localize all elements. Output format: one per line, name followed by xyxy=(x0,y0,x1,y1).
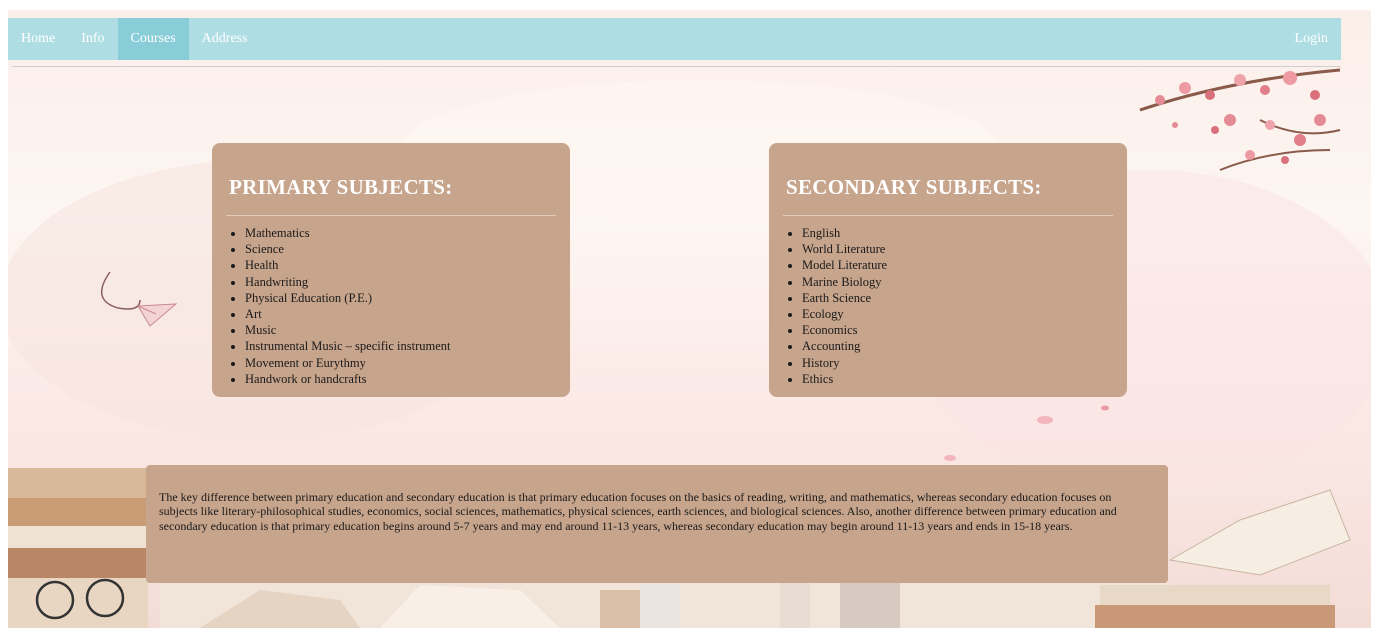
list-item: Handwork or handcrafts xyxy=(245,371,451,387)
list-item: Handwriting xyxy=(245,274,451,290)
list-item: Economics xyxy=(802,322,887,338)
list-item: Ecology xyxy=(802,306,887,322)
list-item: Marine Biology xyxy=(802,274,887,290)
secondary-subjects-title: SECONDARY SUBJECTS: xyxy=(786,175,1042,199)
primary-subjects-title: PRIMARY SUBJECTS: xyxy=(229,175,453,199)
list-item: History xyxy=(802,355,887,371)
nav-home[interactable]: Home xyxy=(8,18,68,60)
list-item: Ethics xyxy=(802,371,887,387)
list-item: English xyxy=(802,225,887,241)
list-item: Instrumental Music – specific instrument xyxy=(245,338,451,354)
blossom-branch-icon xyxy=(1139,68,1341,171)
list-item: Art xyxy=(245,306,451,322)
list-item: Science xyxy=(245,241,451,257)
list-item: Movement or Eurythmy xyxy=(245,355,451,371)
secondary-subjects-list: English World Literature Model Literatur… xyxy=(786,225,887,387)
card-divider xyxy=(783,215,1113,216)
list-item: Music xyxy=(245,322,451,338)
list-item: Accounting xyxy=(802,338,887,354)
top-navigation: Home Info Courses Address Login xyxy=(8,18,1341,60)
list-item: World Literature xyxy=(802,241,887,257)
list-item: Physical Education (P.E.) xyxy=(245,290,451,306)
education-difference-text: The key difference between primary educa… xyxy=(159,490,1117,533)
primary-subjects-list: Mathematics Science Health Handwriting P… xyxy=(229,225,451,387)
nav-info[interactable]: Info xyxy=(68,18,117,60)
books-middle-icon xyxy=(160,583,1170,628)
nav-address[interactable]: Address xyxy=(189,18,261,60)
nav-courses[interactable]: Courses xyxy=(117,18,189,60)
secondary-subjects-card: SECONDARY SUBJECTS: English World Litera… xyxy=(769,143,1127,397)
education-difference-box: The key difference between primary educa… xyxy=(146,465,1168,583)
nav-divider xyxy=(12,66,1341,67)
list-item: Model Literature xyxy=(802,257,887,273)
list-item: Mathematics xyxy=(245,225,451,241)
nav-login[interactable]: Login xyxy=(1282,18,1341,60)
list-item: Health xyxy=(245,257,451,273)
books-left-icon xyxy=(8,468,148,628)
card-divider xyxy=(226,215,556,216)
list-item: Earth Science xyxy=(802,290,887,306)
primary-subjects-card: PRIMARY SUBJECTS: Mathematics Science He… xyxy=(212,143,570,397)
